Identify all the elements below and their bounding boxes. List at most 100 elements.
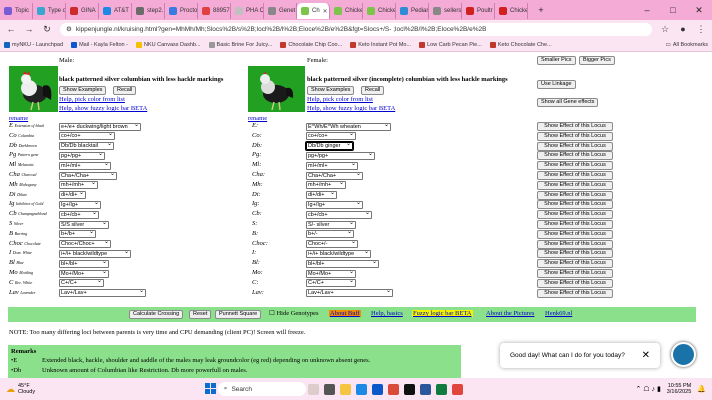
smaller-pics-button[interactable]: Smaller Pics bbox=[537, 56, 576, 65]
browser-tab[interactable]: Chicke✕ bbox=[495, 3, 528, 19]
female-genotype-select[interactable]: Db/Db ginger bbox=[305, 141, 354, 152]
reset-button[interactable]: Reset bbox=[189, 310, 212, 319]
female-genotype-select[interactable]: i+/i+ black/wildtype bbox=[306, 249, 371, 258]
show-all-gene-effects-button[interactable]: Show all Gene effects bbox=[537, 98, 599, 107]
browser-tab[interactable]: step2.✕ bbox=[132, 3, 165, 19]
window-close-button[interactable]: ✕ bbox=[686, 5, 712, 16]
show-locus-effect-button[interactable]: Show Effect of this Locus bbox=[537, 239, 613, 249]
show-locus-effect-button[interactable]: Show Effect of this Locus bbox=[537, 278, 613, 288]
use-linkage-button[interactable]: Use Linkage bbox=[537, 80, 576, 89]
female-genotype-select[interactable]: di+/di+ bbox=[306, 191, 337, 200]
browser-tab[interactable]: 88957✕ bbox=[198, 3, 231, 19]
female-genotype-select[interactable]: Ig+/Ig+ bbox=[306, 200, 363, 209]
female-genotype-select[interactable]: pg+/pg+ bbox=[306, 151, 375, 160]
fuzzy-logic-bar-link[interactable]: Fuzzy logic bar BETA bbox=[412, 310, 473, 317]
store-icon[interactable] bbox=[372, 383, 384, 395]
hide-genotypes-checkbox[interactable]: ☐ Hide Genotypes bbox=[269, 309, 319, 317]
bookmark-item[interactable]: Basic Brine For Juicy... bbox=[208, 41, 272, 48]
female-show-examples-button[interactable]: Show Examples bbox=[307, 86, 355, 95]
calculate-crossing-button[interactable]: Calculate Crossing bbox=[129, 310, 184, 319]
female-genotype-select[interactable]: Lav+/Lav+ bbox=[306, 289, 393, 298]
bookmark-item[interactable]: Chocolate Chip Coo... bbox=[280, 41, 342, 48]
browser-tab[interactable]: Procto✕ bbox=[165, 3, 198, 19]
weather-widget[interactable]: 45°F Cloudy bbox=[18, 383, 35, 395]
male-genotype-select[interactable]: i+/i+ black/wildtype bbox=[59, 249, 131, 258]
male-help-pick-color-link[interactable]: Help, pick color from list bbox=[59, 96, 125, 103]
site-info-icon[interactable]: ⚙ bbox=[66, 25, 72, 33]
female-genotype-select[interactable]: cb+/cb+ bbox=[306, 210, 372, 219]
word-icon[interactable] bbox=[420, 383, 432, 395]
male-genotype-select[interactable]: di+/di+ bbox=[59, 191, 86, 200]
male-genotype-select[interactable]: Cha+/Cha+ bbox=[59, 171, 117, 180]
female-genotype-select[interactable]: bl+/bl+ bbox=[306, 259, 379, 268]
show-locus-effect-button[interactable]: Show Effect of this Locus bbox=[537, 171, 613, 180]
bookmark-item[interactable]: myNKU - Launchpad bbox=[4, 41, 63, 48]
show-locus-effect-button[interactable]: Show Effect of this Locus bbox=[537, 141, 613, 151]
browser-tab[interactable]: AT&T✕ bbox=[99, 3, 132, 19]
file-explorer-icon[interactable] bbox=[340, 383, 352, 395]
browser-tab[interactable]: PHA C✕ bbox=[231, 3, 264, 19]
show-locus-effect-button[interactable]: Show Effect of this Locus bbox=[537, 122, 613, 131]
female-rename-link[interactable]: rename bbox=[248, 115, 267, 122]
male-genotype-select[interactable]: C+/C+ bbox=[59, 279, 104, 288]
tab-close-icon[interactable]: ✕ bbox=[323, 8, 328, 15]
window-max-button[interactable]: □ bbox=[660, 5, 686, 15]
url-input[interactable]: ⚙ kippenjungle.nl/kruising.html?gen=MhMh/… bbox=[60, 22, 652, 36]
chat-bot-icon[interactable] bbox=[671, 342, 696, 367]
female-recall-button[interactable]: Recall bbox=[361, 86, 385, 95]
taskbar-search[interactable]: ⌕ Search bbox=[217, 382, 306, 396]
about-buff-link[interactable]: About Buff bbox=[329, 310, 361, 317]
start-icon[interactable] bbox=[204, 382, 216, 396]
show-locus-effect-button[interactable]: Show Effect of this Locus bbox=[537, 220, 613, 229]
male-show-examples-button[interactable]: Show Examples bbox=[59, 86, 107, 95]
weather-icon[interactable]: ☁ bbox=[6, 384, 15, 395]
male-genotype-select[interactable]: Choc+/Choc+ bbox=[59, 240, 111, 249]
male-genotype-select[interactable]: Lav+/Lav+ bbox=[59, 289, 146, 298]
male-genotype-select[interactable]: co+/co+ bbox=[59, 132, 115, 141]
male-genotype-select[interactable]: Ig+/Ig+ bbox=[59, 200, 101, 209]
punnett-square-button[interactable]: Punnett Square bbox=[215, 310, 262, 319]
browser-tab[interactable]: Topic✕ bbox=[0, 3, 33, 19]
bookmark-item[interactable]: Keto Instant Pot Mo... bbox=[350, 41, 411, 48]
browser-tab[interactable]: Ch ✕ bbox=[297, 3, 330, 19]
show-locus-effect-button[interactable]: Show Effect of this Locus bbox=[537, 151, 613, 161]
male-genotype-select[interactable]: bl+/bl+ bbox=[59, 259, 109, 268]
female-genotype-select[interactable]: S/- silver bbox=[306, 220, 356, 229]
show-locus-effect-button[interactable]: Show Effect of this Locus bbox=[537, 259, 613, 269]
female-genotype-select[interactable]: E^Wh/E^Wh wheaten bbox=[306, 122, 391, 131]
excel-icon[interactable] bbox=[436, 383, 448, 395]
male-genotype-select[interactable]: S/S silver bbox=[59, 220, 109, 229]
female-genotype-select[interactable]: b+/- bbox=[306, 230, 354, 239]
window-min-button[interactable]: – bbox=[634, 5, 660, 15]
task-view-icon[interactable] bbox=[324, 383, 336, 395]
widgets-icon[interactable] bbox=[308, 383, 320, 395]
male-genotype-select[interactable]: Db/Db blacktail bbox=[59, 142, 114, 151]
app-icon[interactable] bbox=[404, 383, 416, 395]
show-locus-effect-button[interactable]: Show Effect of this Locus bbox=[537, 210, 613, 220]
browser-tab[interactable]: GINA✕ bbox=[66, 3, 99, 19]
male-rename-link[interactable]: rename bbox=[9, 115, 28, 122]
bookmark-item[interactable]: Keto Chocolate Che... bbox=[489, 41, 552, 48]
show-locus-effect-button[interactable]: Show Effect of this Locus bbox=[537, 131, 613, 141]
show-locus-effect-button[interactable]: Show Effect of this Locus bbox=[537, 190, 613, 200]
henk69-link[interactable]: Henk69.nl bbox=[545, 310, 572, 317]
female-genotype-select[interactable]: Cha+/Cha+ bbox=[306, 171, 363, 180]
show-locus-effect-button[interactable]: Show Effect of this Locus bbox=[537, 229, 613, 239]
bookmark-item[interactable]: NKU Canvass Dashb... bbox=[135, 41, 201, 48]
female-help-pick-color-link[interactable]: Help, pick color from list bbox=[307, 96, 373, 103]
male-genotype-select[interactable]: e+/e+ duckwing/light brown bbox=[59, 122, 141, 131]
browser-tab[interactable]: Chicke✕ bbox=[363, 3, 396, 19]
show-locus-effect-button[interactable]: Show Effect of this Locus bbox=[537, 288, 613, 298]
browser-tab[interactable]: sellers✕ bbox=[429, 3, 462, 19]
bookmark-item[interactable]: Mail - Kayla Felton - bbox=[71, 41, 128, 48]
show-locus-effect-button[interactable]: Show Effect of this Locus bbox=[537, 200, 613, 210]
tray-icons[interactable]: ⌃ ☖ ♪ ▮ bbox=[635, 385, 660, 393]
about-pictures-link[interactable]: About the Pictures bbox=[486, 310, 534, 317]
profile-icon[interactable]: ● bbox=[678, 24, 688, 34]
show-locus-effect-button[interactable]: Show Effect of this Locus bbox=[537, 161, 613, 171]
clock[interactable]: 10:55 PM 3/16/2025 bbox=[667, 383, 691, 395]
female-genotype-select[interactable]: C+/C+ bbox=[306, 279, 356, 288]
back-icon[interactable]: ← bbox=[6, 24, 16, 34]
browser-tab[interactable]: Pedian✕ bbox=[396, 3, 429, 19]
edge-icon[interactable] bbox=[356, 383, 368, 395]
